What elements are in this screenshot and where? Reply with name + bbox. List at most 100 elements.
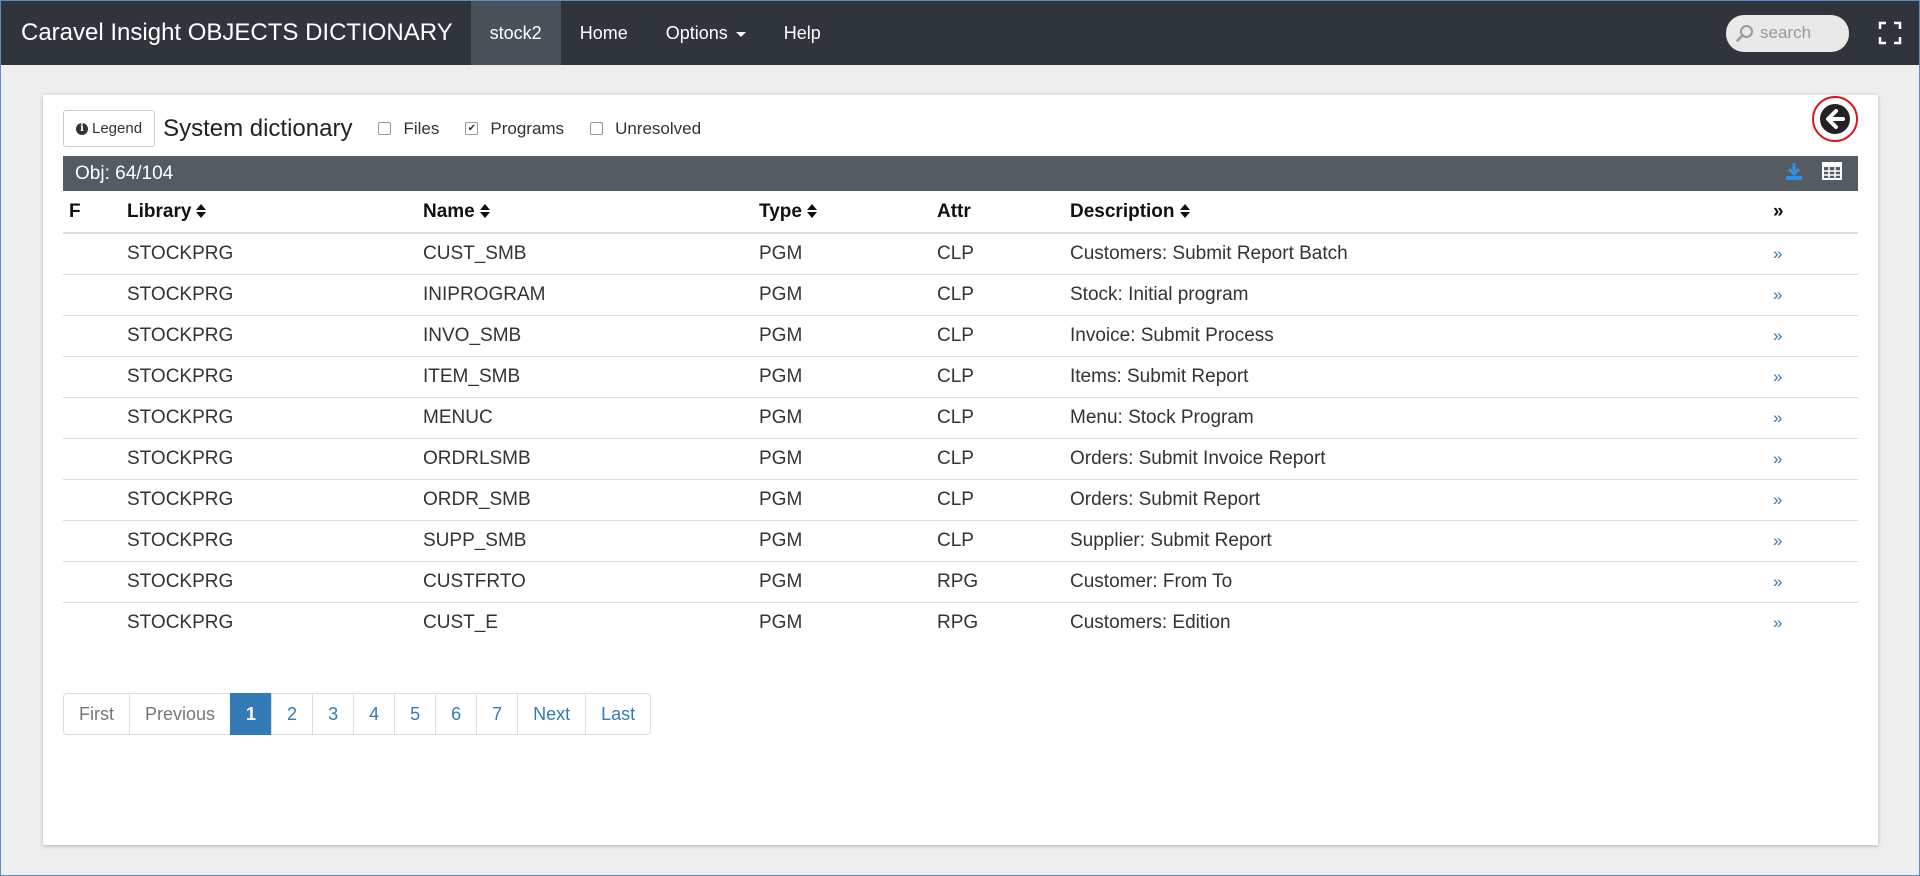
cell-description: Customers: Edition bbox=[1070, 611, 1231, 633]
cell-f bbox=[63, 438, 127, 480]
nav-item-stock2[interactable]: stock2 bbox=[470, 1, 561, 65]
row-details-icon[interactable]: » bbox=[1773, 244, 1782, 263]
page-5[interactable]: 5 bbox=[394, 693, 437, 735]
filter-programs[interactable]: ✔ Programs bbox=[465, 119, 564, 139]
row-details-cell: » bbox=[1773, 356, 1858, 398]
page-first[interactable]: First bbox=[63, 693, 130, 735]
unresolved-checkbox[interactable] bbox=[590, 122, 604, 135]
cell-f bbox=[63, 397, 127, 439]
cell-type: PGM bbox=[759, 274, 937, 316]
page-4[interactable]: 4 bbox=[353, 693, 396, 735]
table-row[interactable]: STOCKPRG CUSTFRTO PGM RPG Customer: From To» bbox=[63, 561, 1858, 603]
cell-library: STOCKPRG bbox=[127, 438, 423, 480]
nav-item-home[interactable]: Home bbox=[561, 1, 647, 65]
table-row[interactable]: STOCKPRG ORDR_SMB PGM CLP Orders: Submit Rep… bbox=[63, 479, 1858, 521]
cell-description: Stock: Initial program bbox=[1070, 274, 1773, 316]
table-row[interactable]: STOCKPRG INIPROGRAM PGM CLP Stock: Initial p… bbox=[63, 274, 1858, 316]
col-header-attr: Attr bbox=[937, 191, 1070, 234]
cell-attr: CLP bbox=[937, 274, 1070, 316]
sort-icon bbox=[806, 204, 817, 219]
row-details-icon[interactable]: » bbox=[1773, 326, 1782, 345]
col-header-library-label: Library bbox=[127, 200, 192, 222]
cell-f bbox=[63, 479, 127, 521]
filter-unresolved[interactable]: Unresolved bbox=[590, 119, 701, 139]
objects-table: F Library Name Type Attr Description » S… bbox=[63, 191, 1858, 643]
fullscreen-icon[interactable] bbox=[1877, 20, 1903, 46]
cell-f bbox=[63, 233, 127, 275]
cell-type: PGM bbox=[759, 315, 937, 357]
cell-description: Customer: From To bbox=[1070, 561, 1773, 603]
back-button[interactable] bbox=[1812, 96, 1858, 142]
nav-item-options[interactable]: Options bbox=[647, 1, 765, 65]
cell-name: SUPP_SMB bbox=[423, 520, 759, 562]
row-details-cell: » bbox=[1773, 479, 1858, 521]
download-icon[interactable] bbox=[1784, 161, 1804, 187]
sort-icon bbox=[1179, 204, 1190, 219]
page-title: System dictionary bbox=[163, 114, 353, 142]
table-row[interactable]: STOCKPRG CUST_SMB PGM CLP Customers: Submit … bbox=[63, 233, 1858, 275]
cell-name: CUSTFRTO bbox=[423, 561, 759, 603]
legend-button[interactable]: i Legend bbox=[63, 110, 156, 147]
row-details-icon[interactable]: » bbox=[1773, 613, 1782, 632]
table-row[interactable]: STOCKPRG CUST_E PGM RPG Customers: Edition » bbox=[63, 602, 1858, 643]
row-details-icon[interactable]: » bbox=[1773, 285, 1782, 304]
row-details-icon[interactable]: » bbox=[1773, 490, 1782, 509]
page-last[interactable]: Last bbox=[585, 693, 652, 735]
table-row[interactable]: STOCKPRG MENUC PGM CLP Menu: Stock Program» bbox=[63, 397, 1858, 439]
table-row[interactable]: STOCKPRG ORDRLSMB PGM CLP Orders: Submit Inv… bbox=[63, 438, 1858, 480]
row-details-icon[interactable]: » bbox=[1773, 572, 1782, 591]
files-checkbox[interactable] bbox=[378, 122, 392, 135]
row-details-cell: » bbox=[1773, 233, 1858, 275]
cell-description: Supplier: Submit Report bbox=[1070, 520, 1773, 562]
page-next[interactable]: Next bbox=[517, 693, 587, 735]
programs-label: Programs bbox=[490, 118, 565, 138]
table-row[interactable]: STOCKPRG INVO_SMB PGM CLP Invoice: Submit Pr… bbox=[63, 315, 1858, 357]
cell-f bbox=[63, 602, 127, 643]
col-header-type-label: Type bbox=[759, 200, 802, 222]
cell-library: STOCKPRG bbox=[127, 611, 234, 633]
page-previous[interactable]: Previous bbox=[129, 693, 232, 735]
cell-attr: CLP bbox=[937, 315, 1070, 357]
cell-f bbox=[63, 520, 127, 562]
col-header-library[interactable]: Library bbox=[127, 191, 423, 234]
cell-f bbox=[63, 356, 127, 398]
programs-checkbox[interactable]: ✔ bbox=[465, 122, 479, 135]
cell-description: Customers: Submit Report Batch bbox=[1070, 233, 1773, 275]
cell-library: STOCKPRG bbox=[127, 233, 423, 275]
cell-attr: RPG bbox=[937, 561, 1070, 603]
object-count-bar: Obj: 64/104 bbox=[63, 156, 1858, 191]
cell-attr: CLP bbox=[937, 397, 1070, 439]
col-header-type[interactable]: Type bbox=[759, 191, 937, 234]
cell-library: STOCKPRG bbox=[127, 397, 423, 439]
arrow-left-icon bbox=[1820, 104, 1850, 134]
legend-label: Legend bbox=[92, 120, 143, 137]
table-row[interactable]: STOCKPRG SUPP_SMB PGM CLP Supplier: Submit R… bbox=[63, 520, 1858, 562]
app-title[interactable]: Caravel Insight OBJECTS DICTIONARY bbox=[1, 1, 471, 65]
row-details-icon[interactable]: » bbox=[1773, 531, 1782, 550]
row-details-icon[interactable]: » bbox=[1773, 367, 1782, 386]
page-3[interactable]: 3 bbox=[312, 693, 355, 735]
table-icon[interactable] bbox=[1822, 161, 1842, 186]
row-details-icon[interactable]: » bbox=[1773, 449, 1782, 468]
expand-all-icon[interactable]: » bbox=[1773, 191, 1858, 234]
col-header-description-label: Description bbox=[1070, 200, 1175, 222]
cell-attr: CLP bbox=[937, 356, 1070, 398]
col-header-name[interactable]: Name bbox=[423, 191, 759, 234]
page-1[interactable]: 1 bbox=[230, 693, 273, 735]
cell-attr: CLP bbox=[937, 233, 1070, 275]
table-row[interactable]: STOCKPRG ITEM_SMB PGM CLP Items: Submit Repo… bbox=[63, 356, 1858, 398]
nav-item-help[interactable]: Help bbox=[765, 1, 840, 65]
search-input[interactable]: search bbox=[1726, 14, 1849, 52]
cell-description: Invoice: Submit Process bbox=[1070, 315, 1773, 357]
page-7[interactable]: 7 bbox=[476, 693, 519, 735]
row-details-cell: » bbox=[1773, 315, 1858, 357]
page-6[interactable]: 6 bbox=[435, 693, 478, 735]
table-header-row: F Library Name Type Attr Description » bbox=[63, 191, 1858, 234]
cell-library: STOCKPRG bbox=[127, 561, 423, 603]
filter-files[interactable]: Files bbox=[378, 119, 439, 139]
cell-description: Menu: Stock Program bbox=[1070, 397, 1773, 439]
page-2[interactable]: 2 bbox=[271, 693, 314, 735]
sort-icon bbox=[196, 204, 207, 219]
col-header-description[interactable]: Description bbox=[1070, 191, 1773, 234]
row-details-icon[interactable]: » bbox=[1773, 408, 1782, 427]
